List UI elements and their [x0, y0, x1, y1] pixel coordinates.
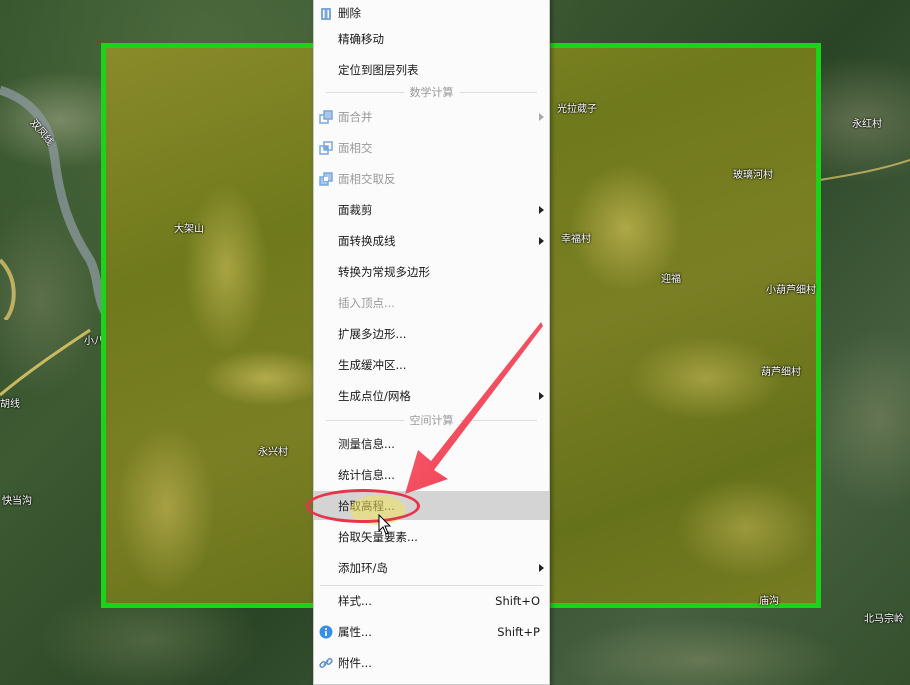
info-icon: [319, 625, 333, 639]
menu-item-insert-vertex[interactable]: 插入顶点...: [314, 288, 549, 317]
menu-item-pick-vector-feature[interactable]: 拾取矢量要素...: [314, 522, 549, 551]
menu-item-clip[interactable]: 面裁剪: [314, 195, 549, 224]
menu-item-generate-points-grid[interactable]: 生成点位/网格: [314, 381, 549, 410]
place-label: 幸福村: [561, 234, 591, 245]
menu-item-delete[interactable]: 删除: [314, 0, 549, 27]
menu-item-expand-polygon[interactable]: 扩展多边形...: [314, 319, 549, 348]
section-header-spatial: 空间计算: [326, 413, 537, 427]
highlight-ellipse: [306, 489, 420, 523]
place-label: 北马宗岭: [864, 614, 904, 625]
menu-item-style[interactable]: 样式... Shift+O: [314, 586, 549, 615]
menu-item-polygon-to-line[interactable]: 面转换成线: [314, 226, 549, 255]
menu-item-attachments[interactable]: 附件...: [314, 648, 549, 677]
menu-item-merge[interactable]: 面合并: [314, 102, 549, 131]
place-label: 快当沟: [2, 496, 32, 507]
submenu-arrow-icon: [539, 205, 544, 214]
symmetric-difference-icon: [319, 171, 333, 186]
road-label-hu: 胡线: [0, 399, 20, 410]
place-label: 迎福: [661, 274, 681, 285]
merge-polygon-icon: [319, 109, 333, 124]
submenu-arrow-icon: [539, 391, 544, 400]
place-label: 永红村: [852, 119, 882, 130]
place-label: 庙沟: [759, 596, 779, 607]
menu-item-properties[interactable]: 属性... Shift+P: [314, 617, 549, 646]
place-label: 玻璃河村: [733, 170, 773, 181]
menu-item-add-ring-island[interactable]: 添加环/岛: [314, 553, 549, 582]
delete-icon: [319, 6, 333, 20]
menu-item-locate-layer[interactable]: 定位到图层列表: [314, 55, 549, 84]
submenu-arrow-icon: [539, 112, 544, 121]
section-header-math: 数学计算: [326, 85, 537, 99]
menu-item-symmetric-difference[interactable]: 面相交取反: [314, 164, 549, 193]
place-label: 光拉葳子: [557, 104, 597, 115]
place-label: 葫芦细村: [761, 367, 801, 378]
menu-item-to-regular-polygon[interactable]: 转换为常规多边形: [314, 257, 549, 286]
menu-item-precise-move[interactable]: 精确移动: [314, 24, 549, 53]
place-label: 大架山: [174, 224, 204, 235]
intersect-polygon-icon: [319, 140, 333, 155]
menu-item-measure[interactable]: 测量信息...: [314, 429, 549, 458]
submenu-arrow-icon: [539, 236, 544, 245]
menu-item-intersect[interactable]: 面相交: [314, 133, 549, 162]
menu-item-statistics[interactable]: 统计信息...: [314, 460, 549, 489]
context-menu: 删除 精确移动 定位到图层列表 数学计算 面合并 面相交 面相交取反 面裁剪 面…: [313, 0, 550, 685]
place-label: 小葫芦细村: [766, 285, 816, 296]
place-label: 永兴村: [258, 447, 288, 458]
submenu-arrow-icon: [539, 563, 544, 572]
menu-item-buffer[interactable]: 生成缓冲区...: [314, 350, 549, 379]
link-icon: [319, 656, 333, 670]
